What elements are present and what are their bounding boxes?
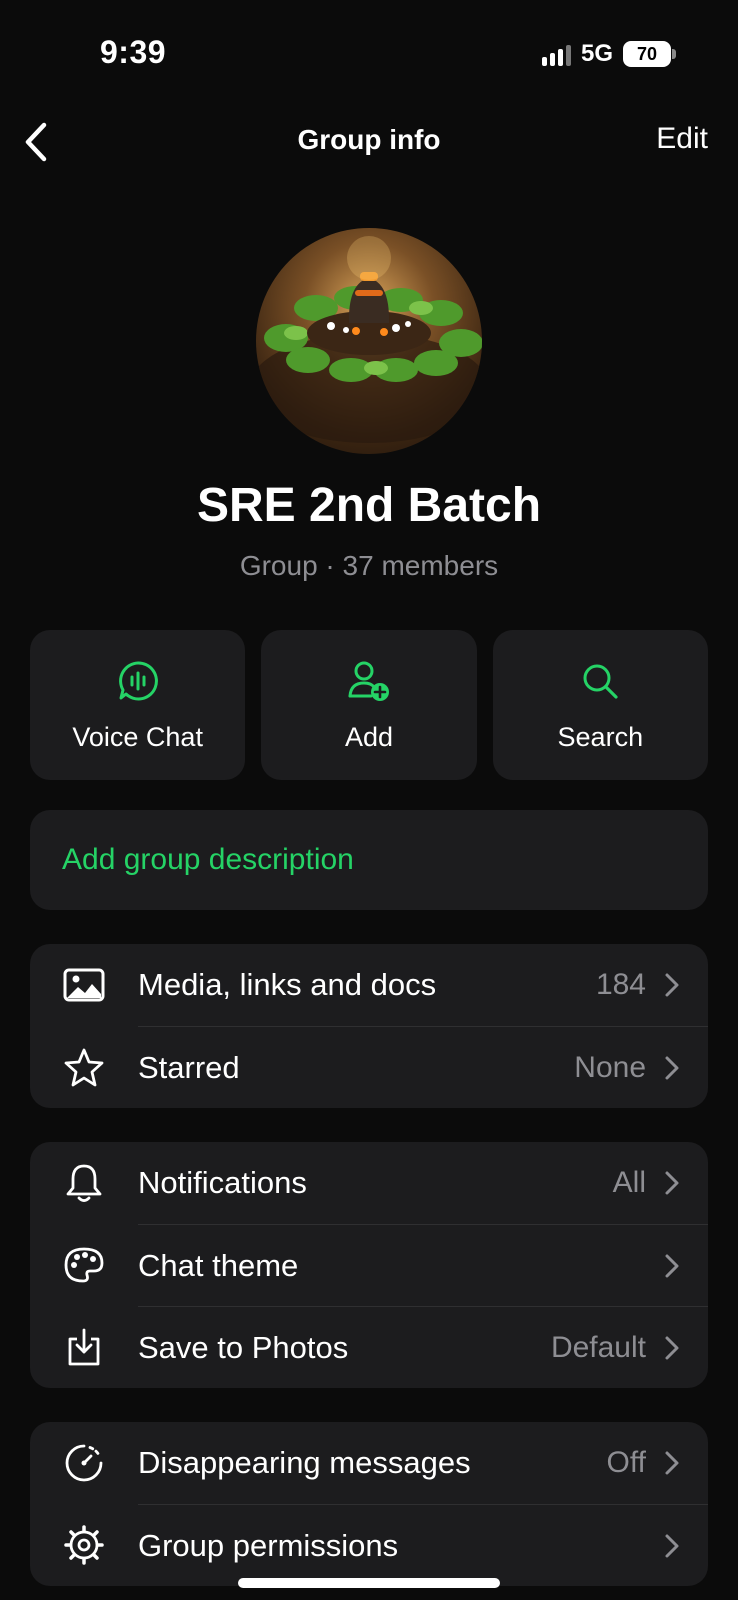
settings-gear-icon bbox=[64, 1525, 104, 1565]
group-permissions-row[interactable]: Group permissions bbox=[30, 1504, 708, 1586]
media-count: 184 bbox=[595, 968, 646, 1001]
chevron-right-icon bbox=[665, 1254, 679, 1277]
page-title: Group info bbox=[297, 124, 441, 155]
preferences-section: Notifications All Chat theme Save to Pho… bbox=[30, 1142, 708, 1388]
cellular-signal-icon bbox=[541, 42, 571, 66]
battery-level: 70 bbox=[636, 43, 658, 64]
network-type: 5G bbox=[580, 40, 613, 67]
chevron-right-icon bbox=[665, 1171, 679, 1195]
search-button[interactable]: Search bbox=[492, 630, 708, 780]
media-links-docs-row[interactable]: Media, links and docs 184 bbox=[30, 944, 708, 1026]
edit-button[interactable]: Edit bbox=[656, 122, 708, 156]
chevron-right-icon bbox=[665, 1451, 679, 1475]
status-time: 9:39 bbox=[100, 34, 167, 70]
voice-chat-icon bbox=[115, 658, 161, 704]
home-indicator[interactable] bbox=[238, 1578, 500, 1588]
add-member-button[interactable]: Add bbox=[261, 630, 477, 780]
media-section: Media, links and docs 184 Starred None bbox=[30, 944, 708, 1108]
notifications-row[interactable]: Notifications All bbox=[30, 1142, 708, 1224]
save-to-photos-value: Default bbox=[550, 1330, 646, 1364]
add-group-description-label: Add group description bbox=[62, 843, 354, 876]
download-icon bbox=[68, 1328, 100, 1366]
notifications-label: Notifications bbox=[138, 1165, 307, 1200]
group-permissions-label: Group permissions bbox=[138, 1527, 399, 1563]
star-icon bbox=[64, 1048, 104, 1087]
privacy-section: Disappearing messages Off Group permissi… bbox=[30, 1422, 708, 1586]
group-photo-image bbox=[256, 236, 482, 443]
starred-label: Starred bbox=[138, 1049, 240, 1085]
starred-value: None bbox=[574, 1050, 646, 1084]
add-person-icon bbox=[346, 658, 392, 704]
chat-theme-label: Chat theme bbox=[138, 1247, 299, 1283]
palette-icon bbox=[64, 1247, 104, 1283]
image-icon bbox=[63, 968, 105, 1002]
disappearing-messages-label: Disappearing messages bbox=[138, 1445, 471, 1480]
chat-theme-row[interactable]: Chat theme bbox=[30, 1224, 708, 1306]
bell-icon bbox=[66, 1164, 102, 1202]
disappearing-messages-value: Off bbox=[606, 1446, 646, 1479]
search-label: Search bbox=[557, 721, 644, 752]
group-avatar[interactable] bbox=[256, 228, 482, 454]
starred-row[interactable]: Starred None bbox=[30, 1026, 708, 1108]
quick-actions: Voice Chat Add Search bbox=[30, 630, 708, 780]
chevron-right-icon bbox=[665, 1534, 679, 1557]
status-indicators: 5G 70 bbox=[541, 40, 676, 68]
save-to-photos-row[interactable]: Save to Photos Default bbox=[30, 1306, 708, 1388]
voice-chat-label: Voice Chat bbox=[72, 721, 203, 752]
chevron-right-icon bbox=[665, 1056, 679, 1079]
add-label: Add bbox=[344, 721, 394, 752]
chevron-right-icon bbox=[665, 973, 679, 997]
timer-icon bbox=[65, 1444, 103, 1482]
group-info-screen: 9:39 5G 70 Group info Edit SRE 2nd Batch… bbox=[0, 0, 738, 1600]
group-name: SRE 2nd Batch bbox=[196, 479, 542, 532]
chevron-right-icon bbox=[665, 1336, 679, 1359]
battery-icon: 70 bbox=[623, 41, 676, 67]
add-group-description-button[interactable]: Add group description bbox=[30, 810, 708, 910]
search-icon bbox=[577, 658, 623, 704]
disappearing-messages-row[interactable]: Disappearing messages Off bbox=[30, 1422, 708, 1504]
notifications-value: All bbox=[612, 1166, 646, 1199]
group-subtitle: Group · 37 members bbox=[239, 550, 499, 581]
save-to-photos-label: Save to Photos bbox=[138, 1329, 349, 1365]
voice-chat-button[interactable]: Voice Chat bbox=[30, 630, 246, 780]
media-links-docs-label: Media, links and docs bbox=[138, 967, 437, 1002]
